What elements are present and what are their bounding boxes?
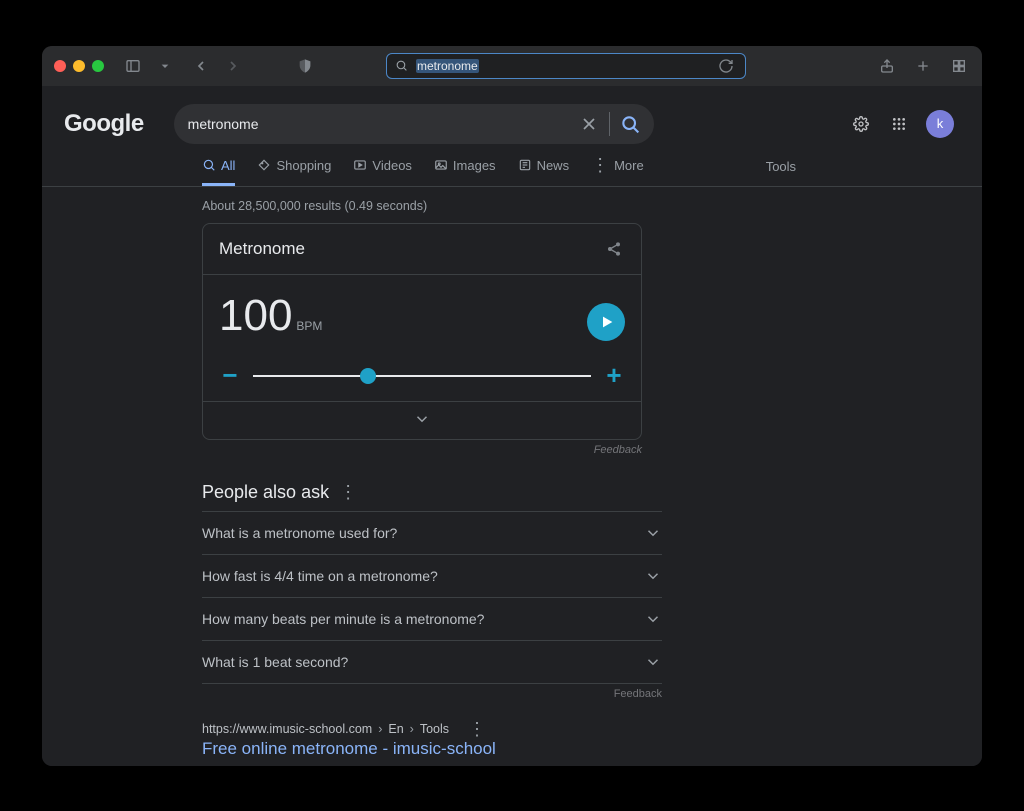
paa-question: How many beats per minute is a metronome… <box>202 611 484 627</box>
apps-grid-icon[interactable] <box>888 113 910 135</box>
expand-button[interactable] <box>203 402 641 439</box>
play-button[interactable] <box>587 303 625 341</box>
result-url: https://www.imusic-school.com ›En ›Tools… <box>202 722 762 736</box>
result-host: https://www.imusic-school.com <box>202 722 372 736</box>
bpm-unit: BPM <box>296 319 322 333</box>
result-stats: About 28,500,000 results (0.49 seconds) <box>202 199 682 213</box>
search-icon[interactable] <box>620 114 640 134</box>
minimize-window-icon[interactable] <box>73 60 85 72</box>
search-input[interactable] <box>188 116 569 132</box>
tabs-overview-icon[interactable] <box>948 55 970 77</box>
google-logo[interactable]: Google <box>64 110 144 138</box>
slider-track[interactable] <box>253 375 591 377</box>
browser-window: metronome Google k <box>42 46 982 766</box>
url-text: metronome <box>416 59 479 73</box>
search-header: Google k <box>42 86 982 144</box>
tab-label: More <box>614 158 644 173</box>
search-box[interactable] <box>174 104 654 144</box>
paa-item[interactable]: How many beats per minute is a metronome… <box>202 597 662 640</box>
titlebar: metronome <box>42 46 982 86</box>
search-tabs: All Shopping Videos Images News ⋮More To… <box>42 144 982 187</box>
paa-question: What is a metronome used for? <box>202 525 397 541</box>
feedback-link[interactable]: Feedback <box>202 688 662 700</box>
tab-images[interactable]: Images <box>434 158 496 186</box>
tab-label: Videos <box>372 158 412 173</box>
tab-label: All <box>221 158 235 173</box>
shield-icon[interactable] <box>294 55 316 77</box>
close-window-icon[interactable] <box>54 60 66 72</box>
maximize-window-icon[interactable] <box>92 60 104 72</box>
tab-shopping[interactable]: Shopping <box>257 158 331 186</box>
result-title[interactable]: Free online metronome - imusic-school <box>202 739 762 759</box>
tab-more[interactable]: ⋮More <box>591 158 644 186</box>
window-controls <box>54 60 104 72</box>
breadcrumb: En <box>388 722 403 736</box>
bpm-display: 100 BPM <box>219 291 322 341</box>
bpm-slider: − + <box>219 365 625 387</box>
metronome-title: Metronome <box>219 239 305 259</box>
paa-title: People also ask <box>202 482 329 503</box>
paa-question: What is 1 beat second? <box>202 654 348 670</box>
nav-arrows <box>190 55 244 77</box>
paa-question: How fast is 4/4 time on a metronome? <box>202 568 438 584</box>
result-snippet: 13 Aug 2020 — Online metronome - Find ou… <box>202 763 762 766</box>
bpm-value: 100 <box>219 291 292 341</box>
plus-button[interactable]: + <box>603 365 625 387</box>
tab-label: Shopping <box>276 158 331 173</box>
feedback-link[interactable]: Feedback <box>202 444 642 456</box>
paa-list: What is a metronome used for? How fast i… <box>202 511 682 684</box>
tab-news[interactable]: News <box>518 158 570 186</box>
settings-icon[interactable] <box>850 113 872 135</box>
forward-icon[interactable] <box>222 55 244 77</box>
titlebar-right <box>876 55 970 77</box>
tab-label: News <box>537 158 570 173</box>
back-icon[interactable] <box>190 55 212 77</box>
share-icon[interactable] <box>876 55 898 77</box>
clear-search-icon[interactable] <box>579 114 599 134</box>
page-content: Google k All Shopping Videos Images News… <box>42 86 982 766</box>
tab-tools[interactable]: Tools <box>766 159 796 184</box>
share-widget-icon[interactable] <box>603 238 625 260</box>
tab-videos[interactable]: Videos <box>353 158 412 186</box>
reload-icon[interactable] <box>715 55 737 77</box>
paa-item[interactable]: What is 1 beat second? <box>202 640 662 684</box>
divider <box>609 112 610 136</box>
header-right: k <box>850 110 960 138</box>
metronome-header: Metronome <box>203 224 641 275</box>
new-tab-icon[interactable] <box>912 55 934 77</box>
results-column: About 28,500,000 results (0.49 seconds) … <box>42 187 682 766</box>
slider-thumb[interactable] <box>360 368 376 384</box>
paa-item[interactable]: How fast is 4/4 time on a metronome? <box>202 554 662 597</box>
tab-all[interactable]: All <box>202 158 235 186</box>
breadcrumb: Tools <box>420 722 449 736</box>
metronome-body: 100 BPM − + <box>203 275 641 402</box>
sidebar-toggle-icon[interactable] <box>122 55 144 77</box>
metronome-widget: Metronome 100 BPM − + <box>202 223 642 440</box>
paa-item[interactable]: What is a metronome used for? <box>202 511 662 554</box>
minus-button[interactable]: − <box>219 365 241 387</box>
search-result: https://www.imusic-school.com ›En ›Tools… <box>202 722 762 766</box>
account-avatar[interactable]: k <box>926 110 954 138</box>
paa-heading: People also ask ⋮ <box>202 482 682 503</box>
tab-label: Images <box>453 158 496 173</box>
dropdown-icon[interactable] <box>154 55 176 77</box>
url-bar[interactable]: metronome <box>386 53 746 79</box>
